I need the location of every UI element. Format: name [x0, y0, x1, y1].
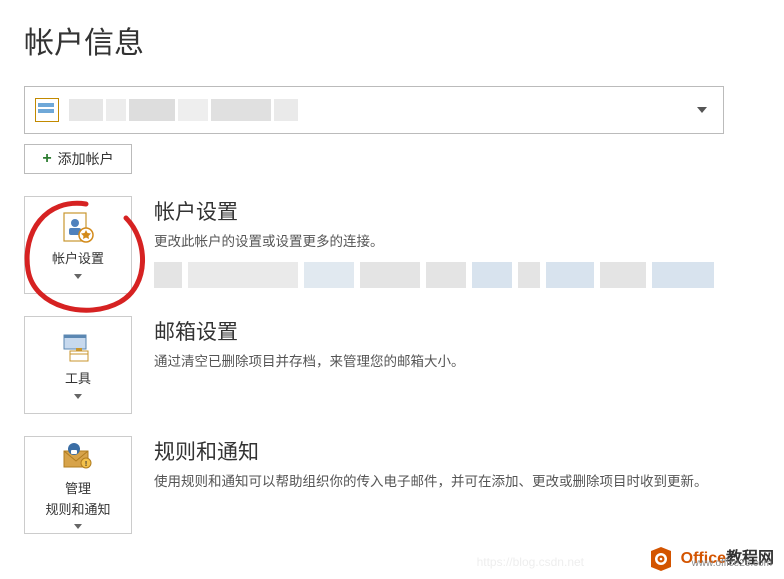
tools-icon — [58, 331, 98, 365]
tile-label: 帐户设置 — [52, 251, 104, 267]
add-account-button[interactable]: + 添加帐户 — [24, 144, 132, 174]
page-title: 帐户信息 — [24, 18, 760, 62]
section-title-rules: 规则和通知 — [154, 436, 760, 466]
watermark: Office教程网 www.office26.com — [647, 545, 774, 573]
account-settings-icon — [58, 211, 98, 245]
tile-label-line1: 管理 — [65, 481, 91, 497]
redacted-account-name — [69, 99, 298, 121]
watermark-url: www.office26.com — [692, 559, 772, 569]
chevron-down-icon — [697, 107, 707, 113]
section-title-mailbox: 邮箱设置 — [154, 316, 760, 346]
watermark-icon — [647, 545, 675, 573]
chevron-down-icon — [74, 394, 82, 399]
manage-rules-tile[interactable]: ! 管理 规则和通知 — [24, 436, 132, 534]
section-desc-mailbox: 通过清空已删除项目并存档，来管理您的邮箱大小。 — [154, 352, 760, 372]
svg-text:!: ! — [85, 461, 87, 468]
redacted-account-detail — [154, 262, 760, 288]
tile-label-line2: 规则和通知 — [45, 502, 110, 518]
plus-icon: + — [42, 151, 51, 167]
account-select-dropdown[interactable] — [24, 86, 724, 134]
faint-source-url: https://blog.csdn.net — [477, 555, 584, 569]
section-title-account: 帐户设置 — [154, 196, 760, 226]
account-icon — [35, 98, 59, 122]
account-settings-tile[interactable]: 帐户设置 — [24, 196, 132, 294]
add-account-label: 添加帐户 — [58, 149, 114, 169]
tile-label: 工具 — [65, 371, 91, 387]
section-desc-account: 更改此帐户的设置或设置更多的连接。 — [154, 232, 760, 252]
section-desc-rules: 使用规则和通知可以帮助组织你的传入电子邮件，并可在添加、更改或删除项目时收到更新… — [154, 472, 760, 492]
chevron-down-icon — [74, 524, 82, 529]
rules-icon: ! — [58, 441, 98, 475]
chevron-down-icon — [74, 274, 82, 279]
tools-tile[interactable]: 工具 — [24, 316, 132, 414]
